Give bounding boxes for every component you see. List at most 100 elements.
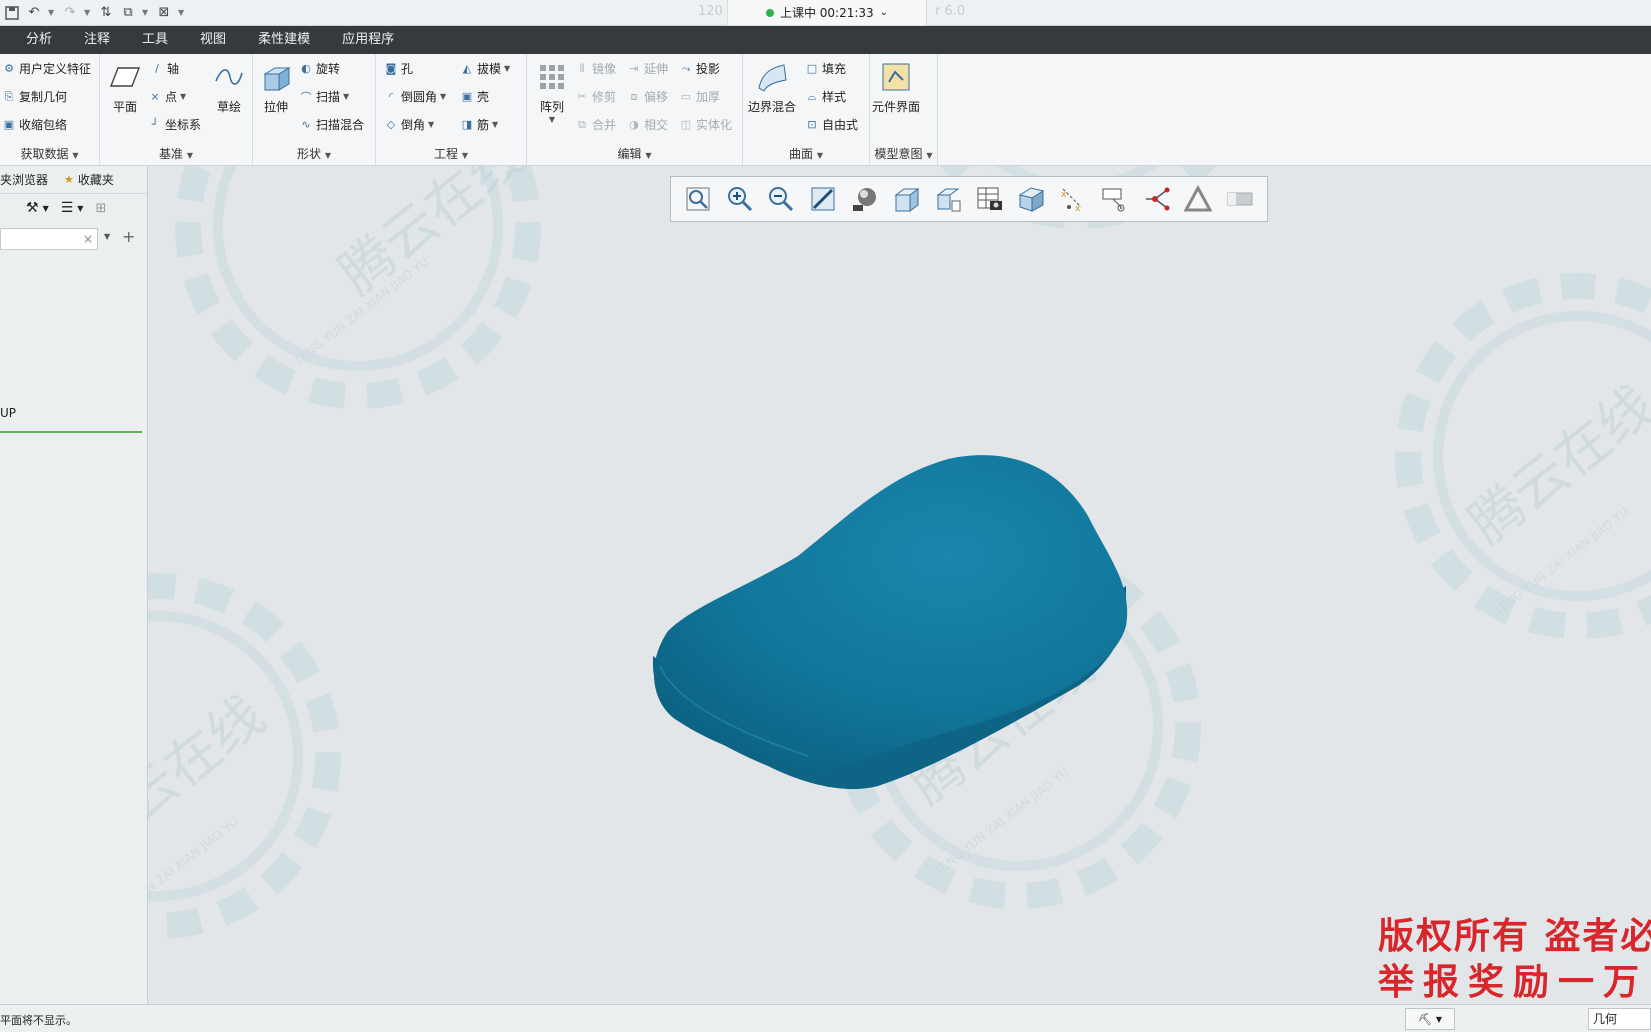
rib-button[interactable]: ◨ 筋 ▼ (460, 116, 498, 133)
round-button[interactable]: ◜ 倒圆角 ▼ (384, 88, 446, 105)
hole-button[interactable]: ◙ 孔 (384, 60, 413, 77)
ribbon: ⚙ 用户定义特征 ⎘ 复制几何 ▣ 收缩包络 获取数据 ▼ 平面 / 轴 × 点 (0, 54, 1651, 166)
graphics-window[interactable]: 腾云在线 腾云在线 腾云在线 腾云在线 TENG YUN ZAI XIAN JI… (148, 166, 1651, 1004)
tab-analysis[interactable]: 分析 (10, 26, 68, 54)
group-engineering-title[interactable]: 工程 ▼ (376, 145, 526, 162)
group-editing-title[interactable]: 编辑 ▼ (527, 145, 742, 162)
tree-search-input[interactable]: × (0, 228, 98, 250)
table-snapshot-icon[interactable] (973, 182, 1007, 216)
sweep-button[interactable]: ⌒ 扫描 ▼ (299, 88, 350, 105)
repaint-icon[interactable] (806, 182, 840, 216)
redo-dropdown-icon[interactable]: ▼ (84, 8, 92, 17)
sweep-label: 扫描 (316, 90, 341, 104)
merge-button[interactable]: ⧉ 合并 (575, 116, 616, 133)
trim-button[interactable]: ✂ 修剪 (575, 88, 616, 105)
round-icon: ◜ (388, 90, 394, 103)
panel-tabs: 夹浏览器 ★ 收藏夹 (0, 166, 147, 194)
chevron-down-icon: ⌄ (879, 7, 889, 18)
tab-flexible-modeling[interactable]: 柔性建模 (242, 26, 326, 54)
display-style-icon[interactable] (848, 182, 882, 216)
boundary-blend-button[interactable]: 边界混合 (748, 60, 796, 115)
draft-button[interactable]: ◭ 拔模 ▼ (460, 60, 510, 77)
pattern-button[interactable]: 阵列 ▼ (535, 60, 569, 124)
swept-blend-button[interactable]: ∿ 扫描混合 (299, 116, 364, 133)
appearance-icon[interactable] (1181, 182, 1215, 216)
fill-button[interactable]: □ 填充 (805, 60, 846, 77)
close-window-icon[interactable]: ⊠ (156, 5, 172, 21)
caret-down-icon: ▼ (343, 92, 350, 101)
annotation-display-icon[interactable] (1098, 182, 1132, 216)
spin-center-icon[interactable] (1140, 182, 1174, 216)
group-get-data-title[interactable]: 获取数据 ▼ (0, 145, 99, 162)
style-button[interactable]: ⌓ 样式 (805, 88, 846, 105)
tab-annotate[interactable]: 注释 (68, 26, 126, 54)
axis-button[interactable]: / 轴 (150, 60, 179, 77)
redo-icon[interactable]: ↷ (62, 5, 78, 21)
shade-icon[interactable] (1223, 182, 1257, 216)
model-3d-view[interactable] (148, 166, 1651, 1004)
undo-dropdown-icon[interactable]: ▼ (48, 8, 56, 17)
tree-columns-icon[interactable]: ☰ (61, 200, 74, 216)
group-shapes-title[interactable]: 形状 ▼ (253, 145, 375, 162)
sketch-button[interactable]: 草绘 (212, 60, 246, 115)
search-dropdown-icon[interactable]: ▼ (104, 232, 110, 241)
shrinkwrap-button[interactable]: ▣ 收缩包络 (2, 116, 67, 133)
selection-filter-select[interactable]: 几何 (1588, 1008, 1651, 1030)
intersect-icon: ◑ (629, 118, 639, 131)
project-button[interactable]: ⤳ 投影 (679, 60, 720, 77)
plane-button[interactable]: 平面 (108, 60, 142, 115)
tab-folder-browser[interactable]: 夹浏览器 (0, 171, 48, 188)
merge-icon: ⧉ (578, 117, 586, 131)
customize-qat-icon[interactable]: ▼ (178, 8, 186, 17)
freestyle-button[interactable]: ⊡ 自由式 (805, 116, 858, 133)
saved-orientations-icon[interactable] (889, 182, 923, 216)
user-defined-feature-button[interactable]: ⚙ 用户定义特征 (2, 60, 91, 77)
caret-down-icon[interactable]: ▼ (43, 204, 49, 213)
refit-icon[interactable] (681, 182, 715, 216)
csys-label: 坐标系 (165, 118, 202, 132)
group-datum-title[interactable]: 基准 ▼ (100, 145, 252, 162)
tree-settings-icon[interactable]: ⚒ (26, 200, 39, 216)
tab-favorites[interactable]: ★ 收藏夹 (64, 171, 114, 188)
caret-down-icon[interactable]: ▼ (77, 204, 83, 213)
find-button[interactable]: ⛏ ▼ (1405, 1008, 1455, 1030)
tab-view[interactable]: 视图 (184, 26, 242, 54)
zoom-in-icon[interactable] (723, 182, 757, 216)
chamfer-button[interactable]: ◇ 倒角 ▼ (384, 116, 434, 133)
clear-search-icon[interactable]: × (83, 232, 93, 246)
group-surfaces-title[interactable]: 曲面 ▼ (743, 145, 869, 162)
intersect-button[interactable]: ◑ 相交 (627, 116, 668, 133)
view-manager-icon[interactable] (931, 182, 965, 216)
tree-filter-icon[interactable]: ⊞ (95, 201, 106, 216)
extend-button[interactable]: ⇥ 延伸 (627, 60, 668, 77)
tab-applications[interactable]: 应用程序 (326, 26, 410, 54)
copy-geometry-button[interactable]: ⎘ 复制几何 (2, 88, 67, 105)
undo-icon[interactable]: ↶ (26, 5, 42, 21)
tree-item[interactable]: UP (0, 406, 16, 420)
perspective-icon[interactable] (1014, 182, 1048, 216)
zoom-out-icon[interactable] (764, 182, 798, 216)
component-interface-button[interactable]: 元件界面 (872, 60, 920, 115)
mirror-icon: ⫴ (579, 61, 585, 75)
caret-down-icon: ▼ (324, 151, 331, 160)
add-icon[interactable]: + (122, 227, 135, 246)
thicken-button[interactable]: ▭ 加厚 (679, 88, 720, 105)
extrude-button[interactable]: 拉伸 (259, 60, 293, 115)
save-icon[interactable] (4, 5, 20, 21)
solidify-button[interactable]: ◫ 实体化 (679, 116, 732, 133)
tab-tools[interactable]: 工具 (126, 26, 184, 54)
revolve-button[interactable]: ◐ 旋转 (299, 60, 340, 77)
datum-display-icon[interactable]: xx (1056, 182, 1090, 216)
svg-text:x: x (1075, 204, 1081, 213)
windows-dropdown-icon[interactable]: ▼ (142, 8, 150, 17)
class-status-indicator[interactable]: 上课中 00:21:33 ⌄ (727, 0, 927, 26)
offset-button[interactable]: ⧈ 偏移 (627, 88, 669, 105)
group-model-intent-title[interactable]: 模型意图 ▼ (870, 145, 937, 162)
shell-button[interactable]: ▣ 壳 (460, 88, 489, 105)
csys-button[interactable]: ┘ 坐标系 (148, 116, 201, 133)
point-button[interactable]: × 点 ▼ (148, 88, 186, 105)
windows-icon[interactable]: ⧉ (120, 5, 136, 21)
copy-geometry-label: 复制几何 (19, 90, 68, 104)
regenerate-icon[interactable]: ⇅ (98, 5, 114, 21)
mirror-button[interactable]: ⫴ 镜像 (575, 60, 616, 77)
